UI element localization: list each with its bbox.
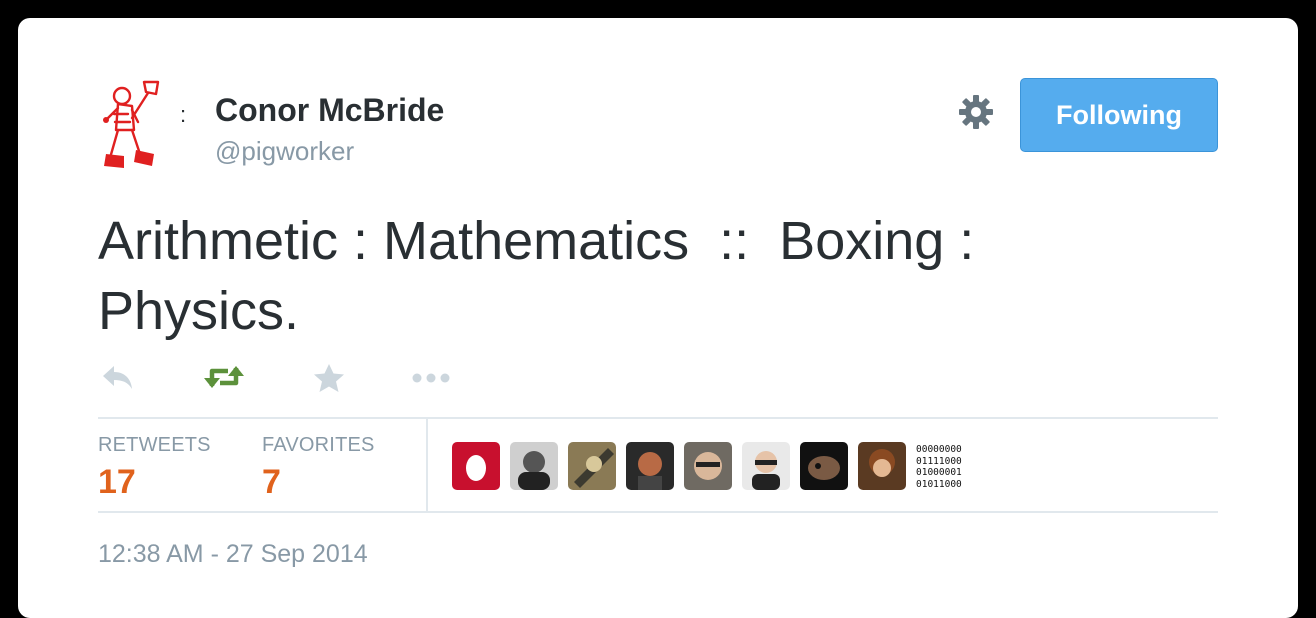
stats-divider <box>426 419 428 511</box>
tweet-timestamp[interactable]: 12:38 AM - 27 Sep 2014 <box>98 540 368 569</box>
reply-icon[interactable] <box>100 362 136 392</box>
favorites-count[interactable]: 7 <box>262 463 281 502</box>
retweeter-avatar[interactable] <box>510 442 558 490</box>
retweeter-avatars <box>452 442 906 490</box>
star-icon[interactable] <box>312 362 346 394</box>
retweeter-avatar[interactable] <box>568 442 616 490</box>
user-avatar[interactable] <box>98 78 172 174</box>
retweets-label[interactable]: RETWEETS <box>98 434 211 457</box>
retweeter-avatar[interactable] <box>742 442 790 490</box>
walking-figure-with-shovel-icon <box>103 80 160 168</box>
retweets-count[interactable]: 17 <box>98 463 136 502</box>
retweeter-avatar[interactable] <box>626 442 674 490</box>
user-display-name[interactable]: Conor McBride <box>215 92 444 129</box>
divider <box>98 511 1218 513</box>
more-dots-icon[interactable] <box>410 362 452 392</box>
user-handle[interactable]: @pigworker <box>215 136 354 167</box>
avatar-separator: : <box>180 102 187 127</box>
tweet-text: Arithmetic : Mathematics :: Boxing : Phy… <box>98 211 975 341</box>
divider <box>98 417 1218 419</box>
gear-icon[interactable] <box>957 93 995 131</box>
favorites-label[interactable]: FAVORITES <box>262 434 375 457</box>
egg-avatar[interactable] <box>452 442 500 490</box>
following-button[interactable]: Following <box>1020 78 1218 152</box>
retweeter-avatar[interactable] <box>858 442 906 490</box>
retweeter-avatar[interactable] <box>684 442 732 490</box>
retweet-icon[interactable] <box>202 362 246 392</box>
retweeter-avatar[interactable] <box>800 442 848 490</box>
binary-avatar[interactable]: 00000000 01111000 01000001 01011000 <box>916 444 962 490</box>
